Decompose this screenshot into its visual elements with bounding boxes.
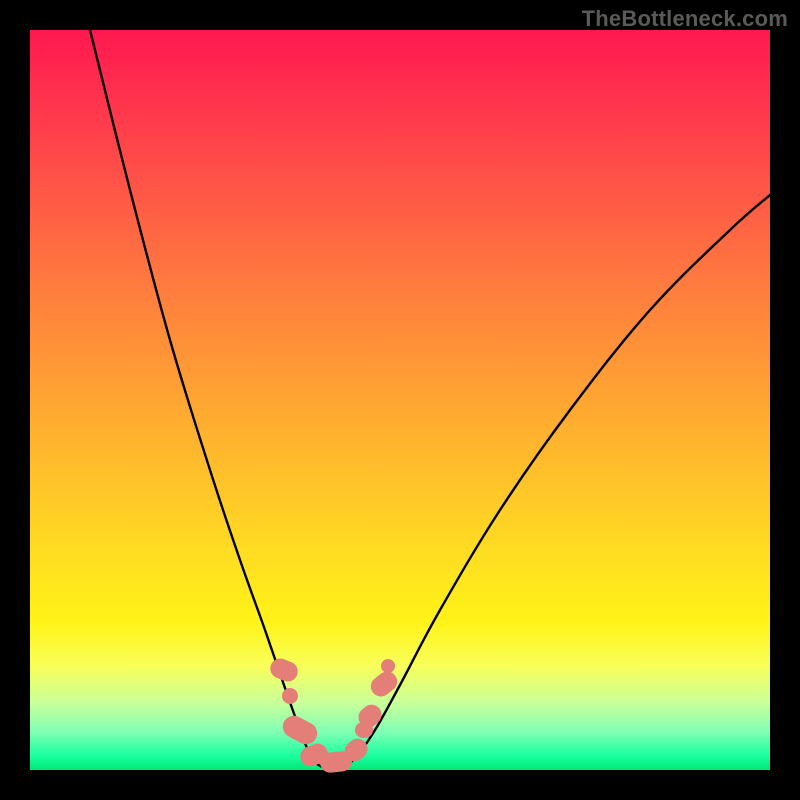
data-marker — [279, 712, 321, 748]
data-marker — [381, 659, 395, 673]
data-marker — [282, 688, 298, 704]
watermark-text: TheBottleneck.com — [582, 6, 788, 32]
plot-area — [30, 30, 770, 770]
data-markers — [30, 30, 770, 770]
data-marker — [267, 655, 300, 684]
data-marker — [367, 668, 401, 701]
